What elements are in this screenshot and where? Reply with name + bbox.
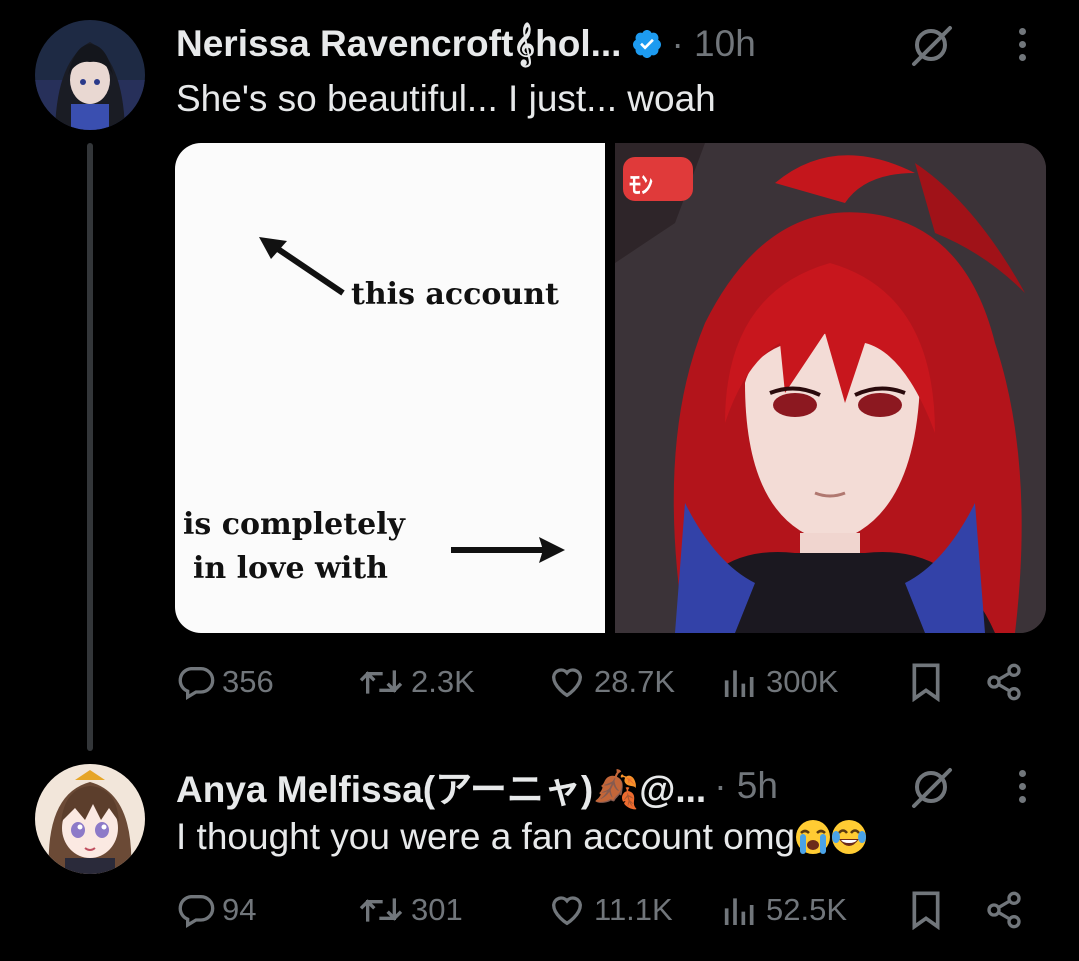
- like-button[interactable]: 11.1K: [546, 890, 673, 930]
- views-count: 52.5K: [766, 892, 848, 927]
- tweet-text: I thought you were a fan account omg: [176, 816, 796, 857]
- repost-button[interactable]: 301: [357, 890, 463, 930]
- face-with-tears-of-joy-icon: [831, 819, 867, 855]
- reply-button[interactable]: 94: [176, 890, 256, 930]
- bookmark-icon: [912, 891, 940, 930]
- like-count: 11.1K: [594, 892, 673, 927]
- share-button[interactable]: [984, 890, 1024, 930]
- author-name[interactable]: Anya Melfissa(アーニャ)🍂@...: [176, 759, 706, 813]
- grok-icon[interactable]: [905, 761, 957, 813]
- bookmark-button[interactable]: [908, 890, 944, 930]
- like-icon: [551, 896, 583, 926]
- share-icon: [987, 891, 1021, 929]
- avatar[interactable]: [35, 764, 145, 874]
- more-icon[interactable]: [1012, 762, 1032, 810]
- loudly-crying-face-icon: [795, 819, 831, 855]
- reply-count: 94: [222, 892, 257, 927]
- tweet-text-row: I thought you were a fan account omg: [176, 816, 867, 858]
- views-button[interactable]: 52.5K: [720, 890, 847, 930]
- tweet-header: Anya Melfissa(アーニャ)🍂@... · 5h: [176, 762, 778, 810]
- tweet-2: Anya Melfissa(アーニャ)🍂@... · 5h I thought …: [0, 0, 1079, 961]
- repost-icon: [359, 898, 403, 922]
- reply-icon: [178, 895, 215, 928]
- repost-count: 301: [411, 892, 463, 927]
- timestamp[interactable]: · 5h: [714, 765, 778, 807]
- views-icon: [724, 898, 754, 925]
